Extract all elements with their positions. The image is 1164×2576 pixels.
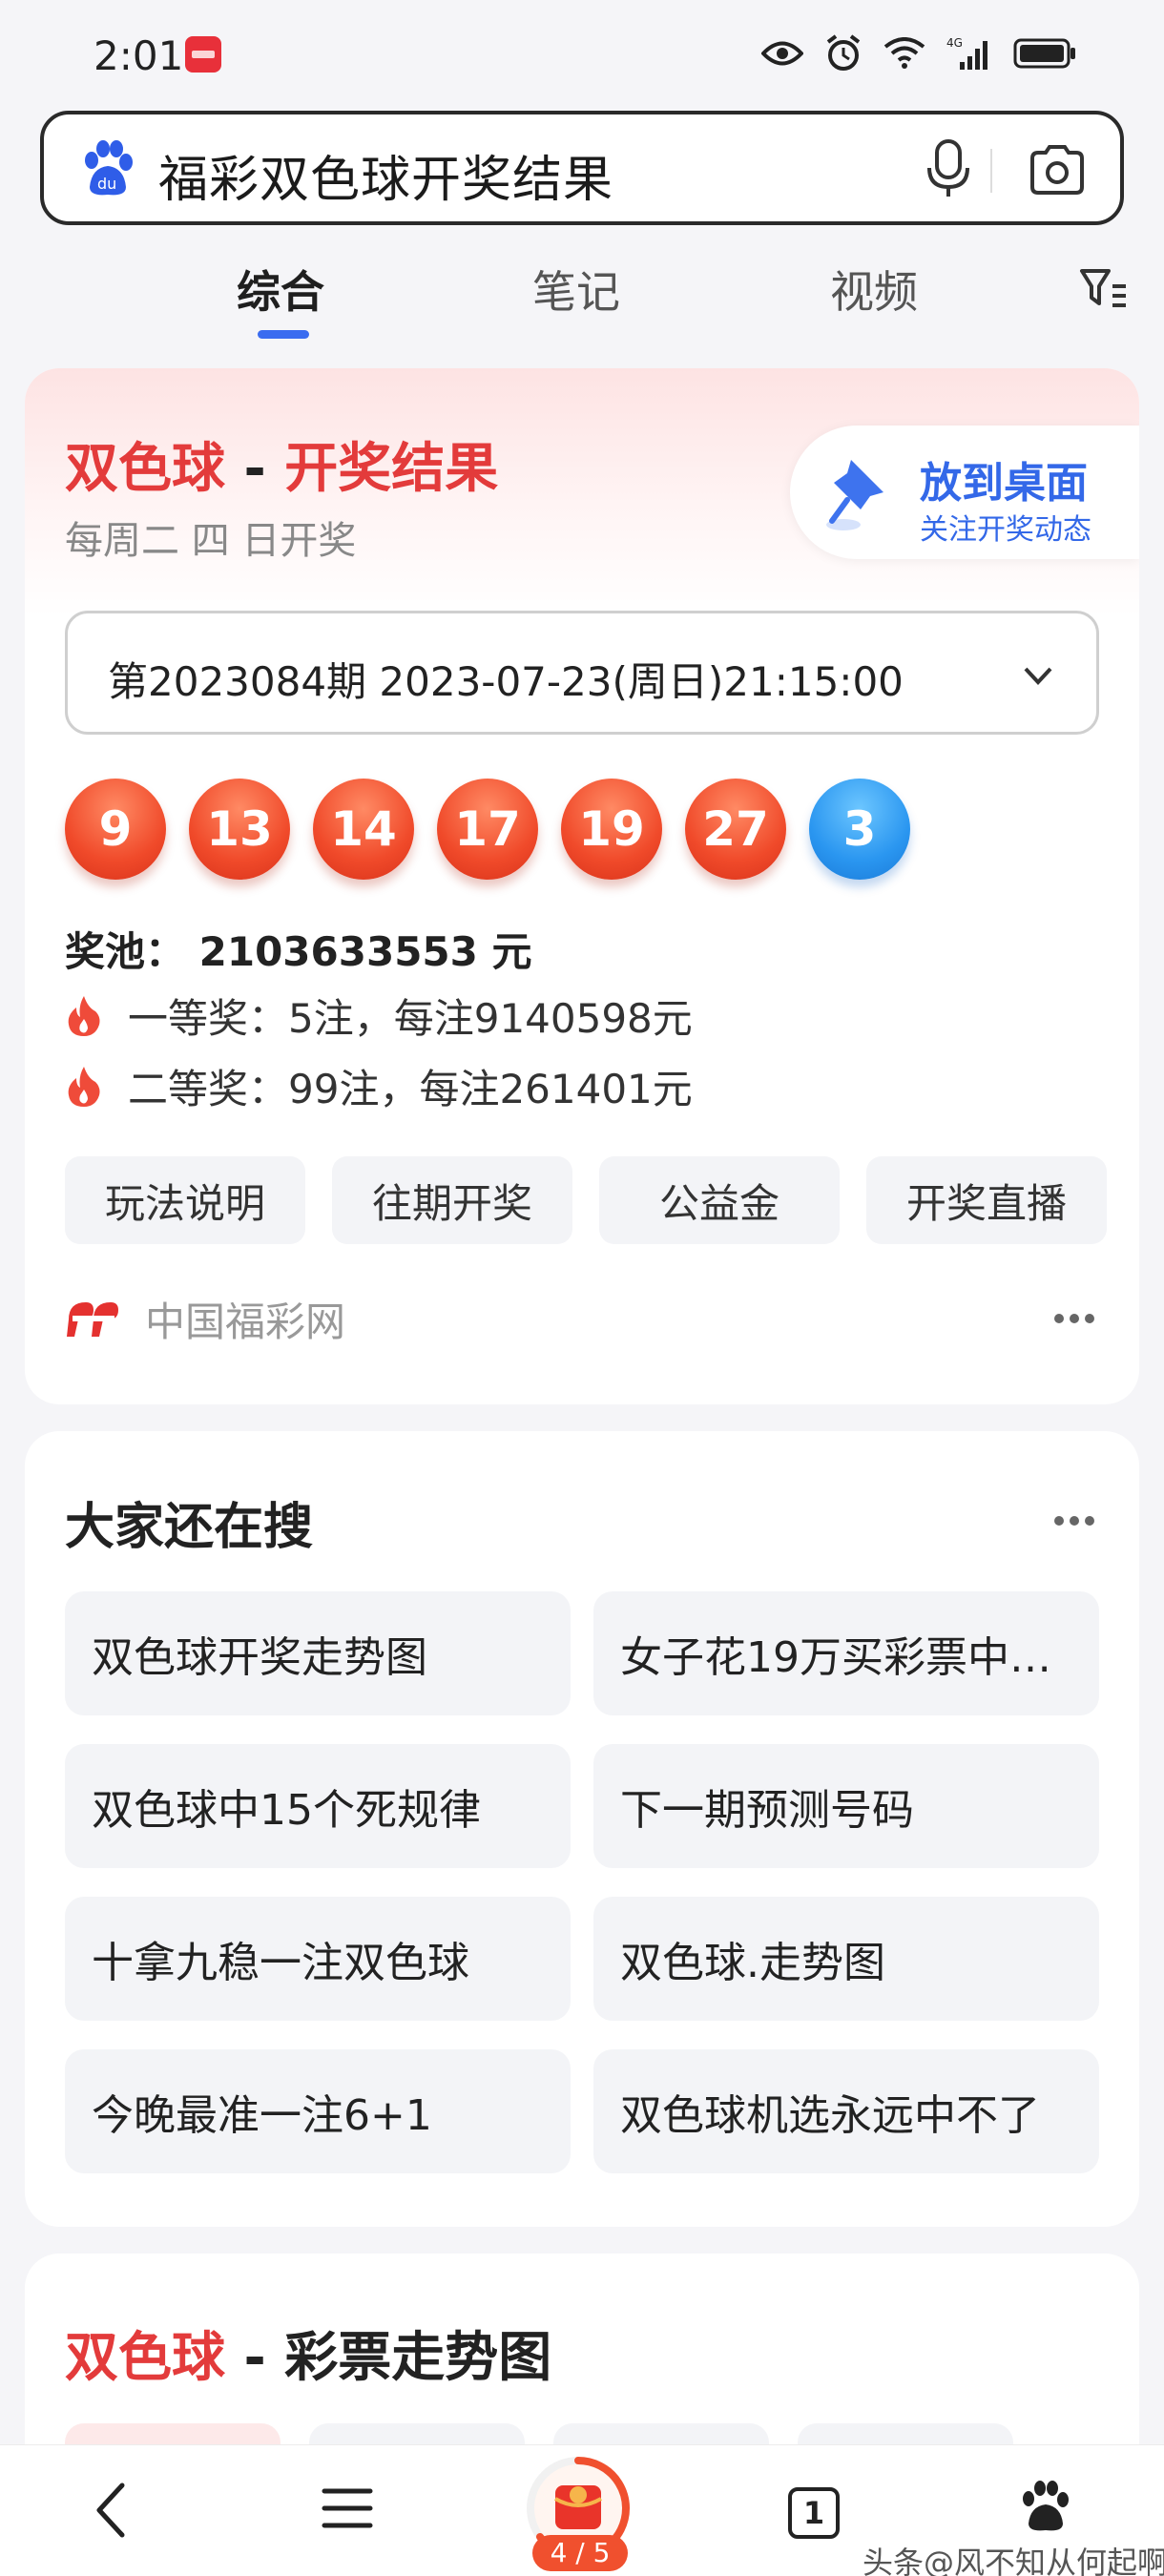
red-ball: 27 <box>685 779 786 880</box>
tab-videos[interactable]: 视频 <box>830 258 918 321</box>
fire-icon <box>68 1066 100 1107</box>
status-bar: 2:01 4G <box>0 0 1164 105</box>
first-prize-text: 一等奖：5注，每注9140598元 <box>128 995 693 1042</box>
camera-icon[interactable] <box>1029 143 1086 197</box>
lottery-title-suffix: 开奖结果 <box>284 438 499 500</box>
related-search-item[interactable]: 十拿九稳一注双色球 <box>65 1897 571 2021</box>
prize-pool: 奖池： 2103633553 元 <box>65 928 532 975</box>
rules-button[interactable]: 玩法说明 <box>65 1156 305 1244</box>
chevron-down-icon <box>1024 667 1052 685</box>
status-time: 2:01 <box>94 32 184 79</box>
menu-icon[interactable] <box>321 2483 374 2533</box>
svg-text:4G: 4G <box>946 36 963 50</box>
battery-icon <box>1013 38 1076 73</box>
lottery-result-card: 双色球 - 开奖结果 每周二 四 日开奖 放到桌面 关注开奖动态 第202308… <box>25 368 1139 1404</box>
reward-progress-label: 4 / 5 <box>532 2535 628 2571</box>
active-tab-indicator <box>258 330 309 339</box>
search-divider <box>990 149 992 193</box>
notification-app-icon <box>185 36 221 73</box>
second-prize-row: 二等奖：99注，每注261401元 <box>65 1057 693 1115</box>
welfare-fund-button[interactable]: 公益金 <box>599 1156 840 1244</box>
add-to-desktop-button[interactable]: 放到桌面 关注开奖动态 <box>790 426 1139 559</box>
first-prize-row: 一等奖：5注，每注9140598元 <box>65 987 693 1045</box>
search-bar[interactable]: du 福彩双色球开奖结果 <box>40 111 1124 225</box>
period-selector-value: 第2023084期 2023-07-23(周日)21:15:00 <box>108 658 904 705</box>
search-input[interactable]: 福彩双色球开奖结果 <box>158 139 613 211</box>
wifi-icon <box>883 37 925 73</box>
draw-schedule: 每周二 四 日开奖 <box>65 519 357 563</box>
svg-text:du: du <box>97 175 116 193</box>
source-link[interactable]: 中国福彩网 <box>65 1290 345 1348</box>
red-ball: 13 <box>189 779 290 880</box>
blue-ball: 3 <box>809 779 910 880</box>
red-ball: 14 <box>313 779 414 880</box>
quick-links: 玩法说明 往期开奖 公益金 开奖直播 <box>65 1156 1107 1244</box>
add-to-desktop-sublabel: 关注开奖动态 <box>920 513 1091 547</box>
red-ball: 19 <box>561 779 662 880</box>
fire-icon <box>68 995 100 1036</box>
related-search-item[interactable]: 今晚最准一注6+1 <box>65 2049 571 2173</box>
related-search-item[interactable]: 双色球开奖走势图 <box>65 1591 571 1715</box>
alarm-icon <box>824 34 863 76</box>
watermark: 头条@风不知从何起啊 <box>863 2545 1164 2576</box>
related-search-item[interactable]: 下一期预测号码 <box>593 1744 1099 1868</box>
related-search-item[interactable]: 女子花19万买彩票中… <box>593 1591 1099 1715</box>
baidu-paw-icon[interactable] <box>1017 2480 1074 2533</box>
second-prize-text: 二等奖：99注，每注261401元 <box>128 1066 693 1112</box>
filter-icon[interactable] <box>1078 265 1130 313</box>
tab-notes[interactable]: 笔记 <box>532 258 620 321</box>
related-search-item[interactable]: 双色球中15个死规律 <box>65 1744 571 1868</box>
related-searches-grid: 双色球开奖走势图 女子花19万买彩票中… 双色球中15个死规律 下一期预测号码 … <box>65 1591 1099 2173</box>
bottom-navigation: 4 / 5 1 头条@风不知从何起啊 <box>0 2444 1164 2576</box>
result-tabs: 综合 笔记 视频 <box>0 250 1164 345</box>
tab-comprehensive[interactable]: 综合 <box>237 258 324 321</box>
microphone-icon[interactable] <box>925 139 971 198</box>
china-welfare-lottery-logo <box>67 1301 118 1337</box>
related-search-item[interactable]: 双色球机选永远中不了 <box>593 2049 1099 2173</box>
status-icons: 4G <box>760 34 1076 76</box>
red-ball: 17 <box>437 779 538 880</box>
red-ball: 9 <box>65 779 166 880</box>
signal-icon: 4G <box>946 35 992 75</box>
add-to-desktop-label: 放到桌面 <box>920 459 1088 508</box>
more-options-icon[interactable] <box>1053 1313 1095 1324</box>
past-draws-button[interactable]: 往期开奖 <box>332 1156 572 1244</box>
related-searches-card: 大家还在搜 双色球开奖走势图 女子花19万买彩票中… 双色球中15个死规律 下一… <box>25 1431 1139 2227</box>
source-name: 中国福彩网 <box>145 1298 346 1345</box>
more-options-icon[interactable] <box>1053 1515 1095 1527</box>
related-searches-title: 大家还在搜 <box>65 1499 314 1556</box>
related-search-item[interactable]: 双色球.走势图 <box>593 1897 1099 2021</box>
back-arrow-icon[interactable] <box>92 2480 130 2541</box>
period-selector[interactable]: 第2023084期 2023-07-23(周日)21:15:00 <box>65 611 1099 735</box>
eye-icon <box>760 39 804 72</box>
trend-chart-title: 双色球 - 彩票走势图 <box>65 2327 552 2389</box>
live-draw-button[interactable]: 开奖直播 <box>866 1156 1107 1244</box>
open-tabs-button[interactable]: 1 <box>788 2487 840 2539</box>
pin-icon <box>826 460 883 530</box>
winning-numbers: 9 13 14 17 19 27 3 <box>65 779 910 880</box>
lottery-title: 双色球 - 开奖结果 <box>65 438 499 500</box>
lottery-name: 双色球 <box>65 438 225 500</box>
baidu-paw-icon: du <box>85 140 133 196</box>
